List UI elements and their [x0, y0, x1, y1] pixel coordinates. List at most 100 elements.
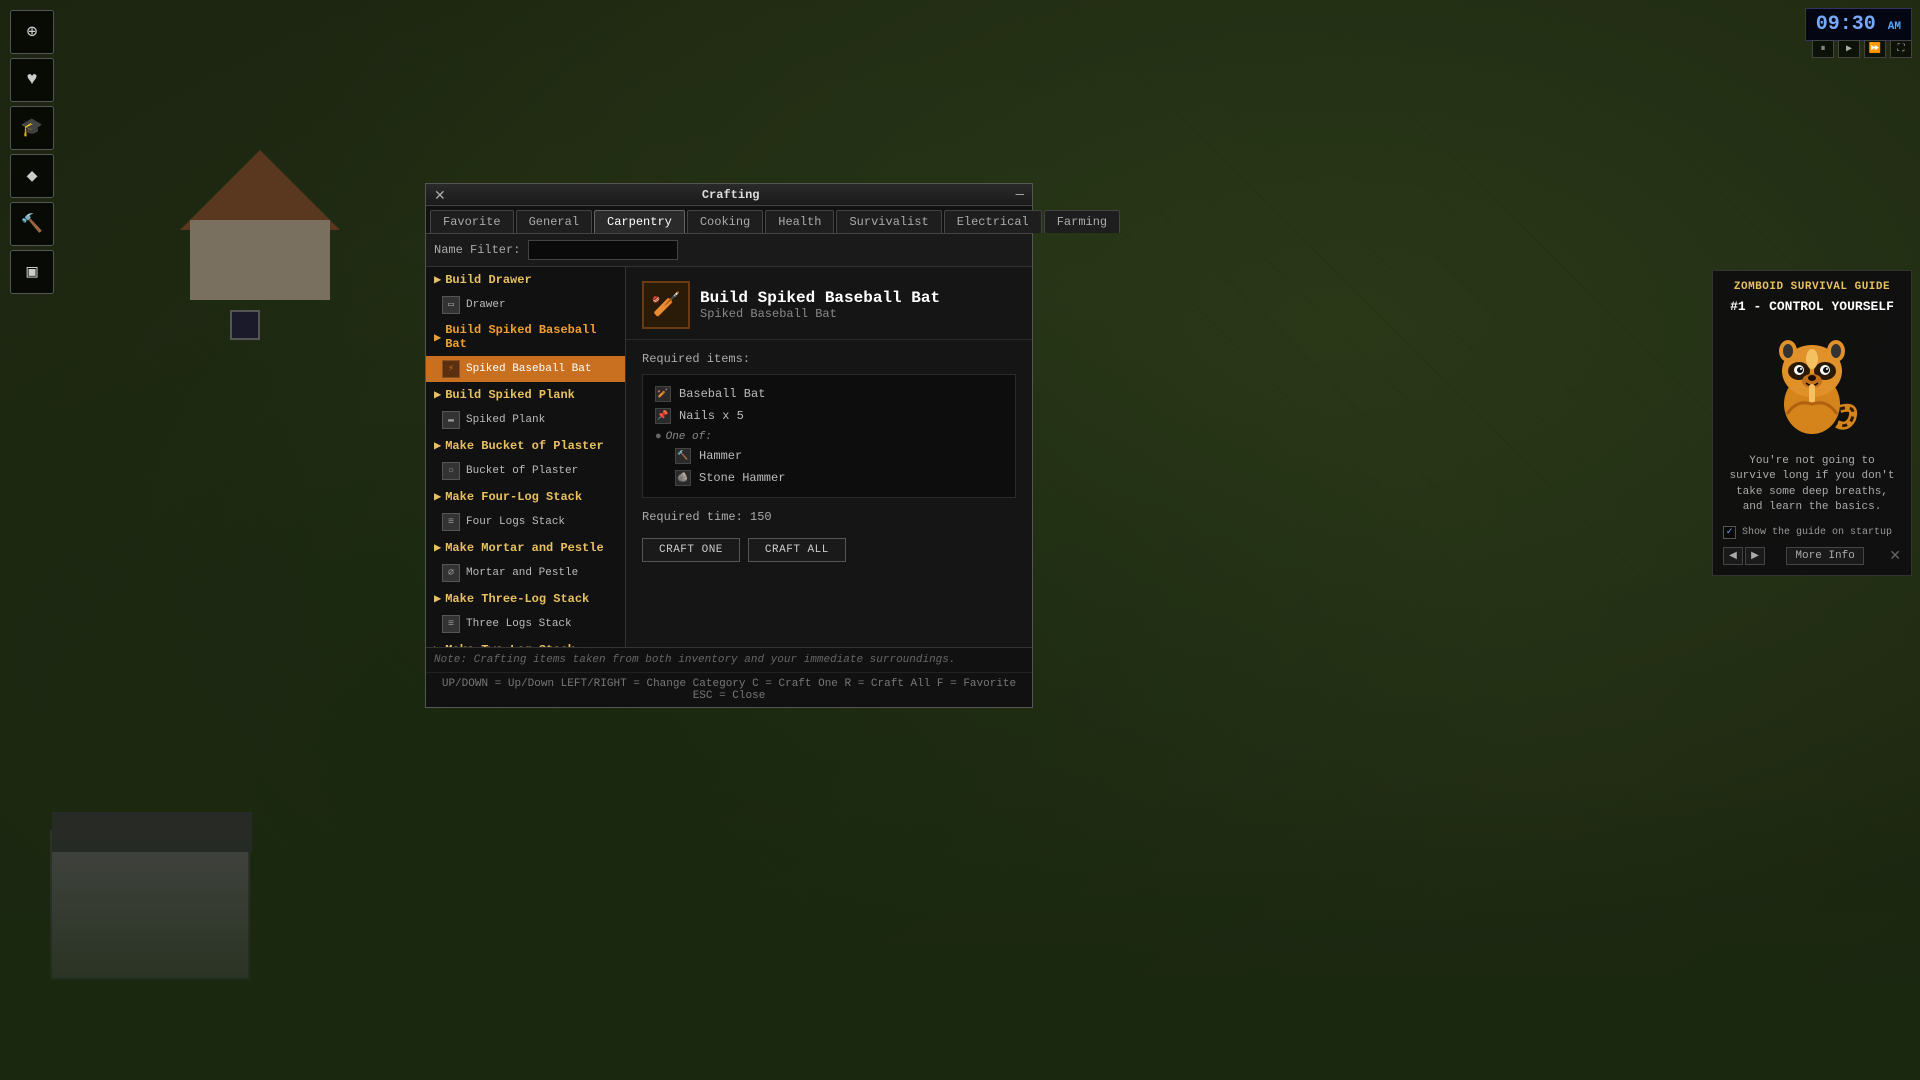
tab-carpentry[interactable]: Carpentry: [594, 210, 685, 233]
tab-health[interactable]: Health: [765, 210, 834, 233]
fast-forward-btn[interactable]: ⏩: [1864, 40, 1886, 58]
grass-overlay: [0, 780, 1920, 1080]
name-filter-row: Name Filter:: [426, 234, 1032, 267]
window-close-button[interactable]: ✕: [434, 188, 446, 202]
spiked-plank-label: Spiked Plank: [466, 414, 545, 426]
guide-show-startup-checkbox[interactable]: ✓: [1723, 526, 1736, 539]
recipe-list[interactable]: ▶ Build Drawer ▭ Drawer ▶ Build Spiked B…: [426, 267, 626, 647]
skills-hud-icon[interactable]: 🎓: [10, 106, 54, 150]
spiked-plank-icon: ▬: [442, 411, 460, 429]
recipe-group-drawer: ▶ Build Drawer ▭ Drawer: [426, 267, 625, 318]
crafting-footer-text: Note: Crafting items taken from both inv…: [434, 654, 956, 666]
baseball-bat-icon: 🏏: [655, 386, 671, 402]
name-filter-input[interactable]: [528, 240, 678, 260]
guide-bottom-row: ◀ ▶ More Info ✕: [1723, 547, 1901, 565]
ingredient-nails: 📌 Nails x 5: [655, 405, 1003, 427]
recipe-item-threelog[interactable]: ≡ Three Logs Stack: [426, 611, 625, 637]
mortar-label: Mortar and Pestle: [466, 567, 578, 579]
crafting-hotkeys: UP/DOWN = Up/Down LEFT/RIGHT = Change Ca…: [426, 672, 1032, 707]
fourlog-icon: ≡: [442, 513, 460, 531]
guide-next-button[interactable]: ▶: [1745, 547, 1765, 565]
required-time-value: 150: [750, 510, 772, 524]
recipe-item-spiked-plank[interactable]: ▬ Spiked Plank: [426, 407, 625, 433]
craft-one-button[interactable]: CRAFT ONE: [642, 538, 740, 562]
plaster-icon: ○: [442, 462, 460, 480]
raccoon-image: [1762, 329, 1862, 439]
guide-more-info-button[interactable]: More Info: [1786, 547, 1863, 565]
tab-cooking[interactable]: Cooking: [687, 210, 763, 233]
crafting-window-title: Crafting: [702, 188, 760, 202]
guide-close-button[interactable]: ✕: [1889, 547, 1901, 564]
recipe-group-header-mortar[interactable]: ▶ Make Mortar and Pestle: [426, 535, 625, 560]
health-hud-icon[interactable]: ♥: [10, 58, 54, 102]
drawer-icon: ▭: [442, 296, 460, 314]
group-label-threelog: Make Three-Log Stack: [445, 592, 589, 606]
recipe-group-header-bat[interactable]: ▶ Build Spiked Baseball Bat: [426, 318, 625, 356]
tab-farming[interactable]: Farming: [1044, 210, 1120, 233]
guide-panel: ZOMBOID SURVIVAL GUIDE #1 - CONTROL YOUR…: [1712, 270, 1912, 576]
guide-title: ZOMBOID SURVIVAL GUIDE: [1723, 281, 1901, 293]
recipe-item-plaster[interactable]: ○ Bucket of Plaster: [426, 458, 625, 484]
nails-icon: 📌: [655, 408, 671, 424]
recipe-group-header-fourlog[interactable]: ▶ Make Four-Log Stack: [426, 484, 625, 509]
mortar-icon: ⌀: [442, 564, 460, 582]
crafting-window: ✕ Crafting — Favorite General Carpentry …: [425, 183, 1033, 708]
group-arrow-plank: ▶: [434, 387, 441, 402]
recipe-item-fourlog[interactable]: ≡ Four Logs Stack: [426, 509, 625, 535]
group-arrow-threelog: ▶: [434, 591, 441, 606]
recipe-item-drawer[interactable]: ▭ Drawer: [426, 292, 625, 318]
recipe-group-header-threelog[interactable]: ▶ Make Three-Log Stack: [426, 586, 625, 611]
clock-suffix: AM: [1888, 21, 1901, 33]
baseball-bat-label: Baseball Bat: [679, 387, 765, 401]
plaster-label: Bucket of Plaster: [466, 465, 578, 477]
character-hud-icon[interactable]: ◆: [10, 154, 54, 198]
craft-hud-icon[interactable]: 🔨: [10, 202, 54, 246]
guide-prev-button[interactable]: ◀: [1723, 547, 1743, 565]
recipe-group-spiked-plank: ▶ Build Spiked Plank ▬ Spiked Plank: [426, 382, 625, 433]
nails-label: Nails x 5: [679, 409, 744, 423]
ingredient-baseball-bat: 🏏 Baseball Bat: [655, 383, 1003, 405]
required-time-row: Required time: 150: [642, 510, 1016, 524]
shed-window: [230, 310, 260, 340]
crafting-tabs: Favorite General Carpentry Cooking Healt…: [426, 206, 1032, 234]
recipe-item-spiked-bat[interactable]: ⚡ Spiked Baseball Bat: [426, 356, 625, 382]
spiked-bat-icon: ⚡: [442, 360, 460, 378]
group-label-twolog: Make Two-Log Stack: [445, 643, 575, 648]
recipe-detail-titles: Build Spiked Baseball Bat Spiked Basebal…: [700, 289, 940, 321]
recipe-detail-icon: 🏏: [642, 281, 690, 329]
tab-general[interactable]: General: [516, 210, 592, 233]
recipe-group-header-twolog[interactable]: ▶ Make Two-Log Stack: [426, 637, 625, 647]
group-arrow-plaster: ▶: [434, 438, 441, 453]
guide-checkbox-row: ✓ Show the guide on startup: [1723, 526, 1901, 539]
hammer-label: Hammer: [699, 449, 742, 463]
recipe-detail-panel: 🏏 Build Spiked Baseball Bat Spiked Baseb…: [626, 267, 1032, 647]
group-label-plank: Build Spiked Plank: [445, 388, 575, 402]
window-min-button[interactable]: —: [1016, 187, 1024, 203]
guide-subtitle: #1 - CONTROL YOURSELF: [1723, 299, 1901, 314]
recipe-group-header-plank[interactable]: ▶ Build Spiked Plank: [426, 382, 625, 407]
recipe-group-header-plaster[interactable]: ▶ Make Bucket of Plaster: [426, 433, 625, 458]
group-label-fourlog: Make Four-Log Stack: [445, 490, 582, 504]
crafting-body: ▶ Build Drawer ▭ Drawer ▶ Build Spiked B…: [426, 267, 1032, 647]
status-hud-icon[interactable]: ⊕: [10, 10, 54, 54]
recipe-item-mortar[interactable]: ⌀ Mortar and Pestle: [426, 560, 625, 586]
tab-favorite[interactable]: Favorite: [430, 210, 514, 233]
group-arrow: ▶: [434, 272, 441, 287]
shed-roof: [180, 150, 340, 230]
pause-btn[interactable]: ⏸: [1812, 40, 1834, 58]
group-label-drawer: Build Drawer: [445, 273, 531, 287]
shed-wall: [190, 220, 330, 300]
tab-survivalist[interactable]: Survivalist: [836, 210, 941, 233]
craft-all-button[interactable]: CRAFT ALL: [748, 538, 846, 562]
guide-nav-buttons: ◀ ▶: [1723, 547, 1765, 565]
tab-electrical[interactable]: Electrical: [944, 210, 1042, 233]
one-of-label: ● One of:: [655, 431, 1003, 443]
hammer-icon: 🔨: [675, 448, 691, 464]
recipe-group-plaster: ▶ Make Bucket of Plaster ○ Bucket of Pla…: [426, 433, 625, 484]
inventory-hud-icon[interactable]: ▣: [10, 250, 54, 294]
recipe-group-header-drawer[interactable]: ▶ Build Drawer: [426, 267, 625, 292]
expand-btn[interactable]: ⛶: [1890, 40, 1912, 58]
clock-time: 09:30: [1816, 13, 1876, 36]
hotkeys-text: UP/DOWN = Up/Down LEFT/RIGHT = Change Ca…: [442, 678, 1016, 702]
play-btn[interactable]: ▶: [1838, 40, 1860, 58]
